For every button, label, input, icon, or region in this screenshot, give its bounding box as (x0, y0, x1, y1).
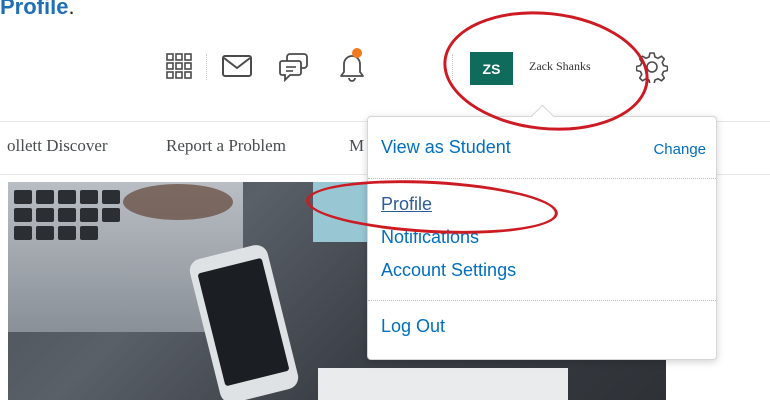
nav-item-follett-discover[interactable]: ollett Discover (7, 136, 108, 156)
grid-icon[interactable] (166, 53, 192, 79)
notification-badge (352, 48, 362, 58)
view-as-student-link[interactable]: View as Student (381, 137, 511, 158)
keyboard-image (318, 368, 568, 400)
mail-icon[interactable] (222, 55, 252, 77)
caption-period: . (68, 0, 75, 19)
caption: Profile. (0, 0, 75, 20)
chat-icon[interactable] (279, 52, 309, 82)
change-role-link[interactable]: Change (653, 141, 706, 158)
divider (206, 54, 208, 80)
caption-text: Profile (0, 0, 69, 19)
top-navbar: ZS Zack Shanks (0, 38, 770, 108)
nav-item-report-a-problem[interactable]: Report a Problem (166, 136, 286, 156)
log-out-link[interactable]: Log Out (381, 316, 445, 337)
divider (368, 300, 716, 301)
nav-item-more[interactable]: M (349, 136, 364, 156)
account-settings-link[interactable]: Account Settings (381, 260, 516, 281)
user-menu-dropdown: View as Student Change Profile Notificat… (367, 116, 717, 360)
phone-image (187, 242, 301, 400)
divider (368, 178, 716, 179)
